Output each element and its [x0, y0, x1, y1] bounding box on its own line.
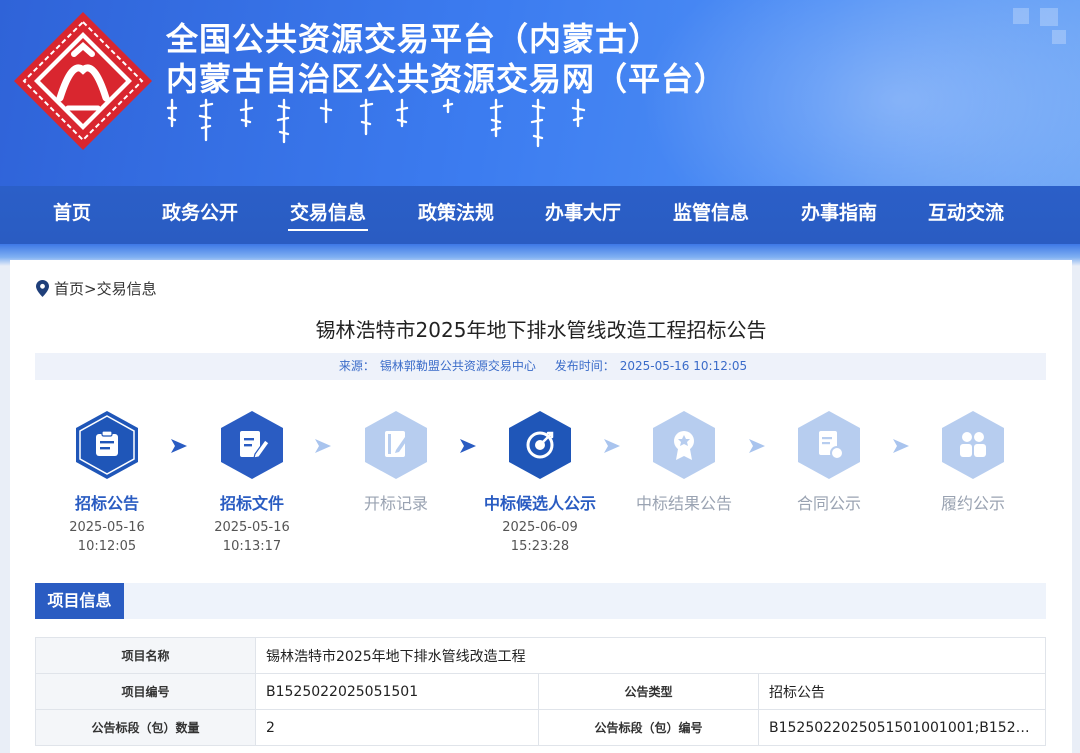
lot-count-value: 2	[255, 709, 539, 746]
step-label: 中标结果公告	[635, 494, 732, 513]
nav-item-government-affairs[interactable]: 政务公开	[160, 186, 240, 244]
main-nav: 首页 政务公开 交易信息 政策法规 办事大厅 监管信息 办事指南 互动交流	[0, 186, 1080, 244]
step-time: 15:23:28	[510, 539, 570, 554]
section-header: 项目信息	[35, 583, 1046, 619]
project-name-value: 锡林浩特市2025年地下排水管线改造工程	[255, 637, 1046, 674]
notice-type-key: 公告类型	[538, 673, 759, 710]
step-winning-candidate[interactable]: 中标候选人公示 2025-06-09 15:23:28	[470, 410, 610, 554]
nav-item-home[interactable]: 首页	[52, 186, 92, 244]
step-time: 10:12:05	[77, 539, 137, 554]
breadcrumb-current[interactable]: 交易信息	[97, 278, 157, 299]
project-code-value: B1525022025051501	[255, 673, 539, 710]
location-pin-icon	[36, 280, 49, 297]
lot-code-value: B1525022025051501001001;B152…	[758, 709, 1046, 746]
breadcrumb-separator: >	[84, 279, 97, 298]
step-bid-opening-record[interactable]: 开标记录	[326, 410, 466, 514]
nav-item-supervision[interactable]: 监管信息	[671, 186, 751, 244]
mongolian-script-title	[166, 98, 586, 148]
breadcrumb-home[interactable]: 首页	[54, 278, 84, 299]
award-badge-icon	[653, 411, 715, 479]
notice-type-value: 招标公告	[758, 673, 1046, 710]
table-row: 公告标段（包）数量 2 公告标段（包）编号 B15250220250515010…	[35, 709, 1046, 746]
project-name-key: 项目名称	[35, 637, 256, 674]
lot-count-key: 公告标段（包）数量	[35, 709, 256, 746]
publish-time-label: 发布时间：	[554, 359, 615, 373]
step-label: 招标公告	[74, 494, 139, 513]
project-code-key: 项目编号	[35, 673, 256, 710]
site-title-line2: 内蒙古自治区公共资源交易网（平台）	[166, 60, 728, 98]
step-winning-result[interactable]: 中标结果公告	[614, 410, 754, 514]
breadcrumb: 首页 > 交易信息	[36, 278, 157, 299]
nav-item-interaction[interactable]: 互动交流	[926, 186, 1006, 244]
step-performance-notice[interactable]: 履约公示	[903, 410, 1043, 514]
nav-item-guide[interactable]: 办事指南	[799, 186, 879, 244]
step-bid-documents[interactable]: 招标文件 2025-05-16 10:13:17	[182, 410, 322, 554]
step-time: 10:13:17	[222, 539, 282, 554]
step-label: 开标记录	[363, 494, 428, 513]
target-icon	[509, 411, 571, 479]
project-info-table: 项目名称 锡林浩特市2025年地下排水管线改造工程 项目编号 B15250220…	[35, 637, 1046, 746]
step-date: 2025-05-16	[69, 520, 145, 535]
section-tab-project-info[interactable]: 项目信息	[35, 583, 124, 619]
table-row: 项目名称 锡林浩特市2025年地下排水管线改造工程	[35, 637, 1046, 674]
site-logo[interactable]	[12, 10, 154, 152]
document-icon	[76, 411, 138, 479]
step-date: 2025-05-16	[214, 520, 290, 535]
source-label: 来源：	[338, 359, 375, 373]
publish-time-value: 2025-05-16 10:12:05	[619, 359, 748, 373]
header-banner: 全国公共资源交易平台（内蒙古） 内蒙古自治区公共资源交易网（平台）	[0, 0, 1080, 186]
step-contract-notice[interactable]: 合同公示	[759, 410, 899, 514]
source-value: 锡林郭勒盟公共资源交易中心	[379, 359, 536, 373]
people-icon	[942, 411, 1004, 479]
content-card: 首页 > 交易信息 锡林浩特市2025年地下排水管线改造工程招标公告 来源： 锡林…	[10, 260, 1072, 753]
step-label: 中标候选人公示	[483, 494, 596, 513]
nav-item-trading-info[interactable]: 交易信息	[288, 186, 368, 244]
table-row: 项目编号 B1525022025051501 公告类型 招标公告	[35, 673, 1046, 710]
page-title: 锡林浩特市2025年地下排水管线改造工程招标公告	[315, 318, 767, 342]
nav-item-policies[interactable]: 政策法规	[416, 186, 496, 244]
lot-code-key: 公告标段（包）编号	[538, 709, 759, 746]
step-label: 合同公示	[796, 494, 861, 513]
step-bid-announcement[interactable]: 招标公告 2025-05-16 10:12:05	[37, 410, 177, 554]
step-label: 履约公示	[940, 494, 1005, 513]
nav-item-service-hall[interactable]: 办事大厅	[543, 186, 623, 244]
source-bar: 来源： 锡林郭勒盟公共资源交易中心 发布时间： 2025-05-16 10:12:0…	[35, 353, 1046, 380]
step-label: 招标文件	[219, 494, 284, 513]
edit-document-icon	[221, 411, 283, 479]
contract-icon	[798, 411, 860, 479]
notebook-pen-icon	[365, 411, 427, 479]
step-date: 2025-06-09	[502, 520, 578, 535]
